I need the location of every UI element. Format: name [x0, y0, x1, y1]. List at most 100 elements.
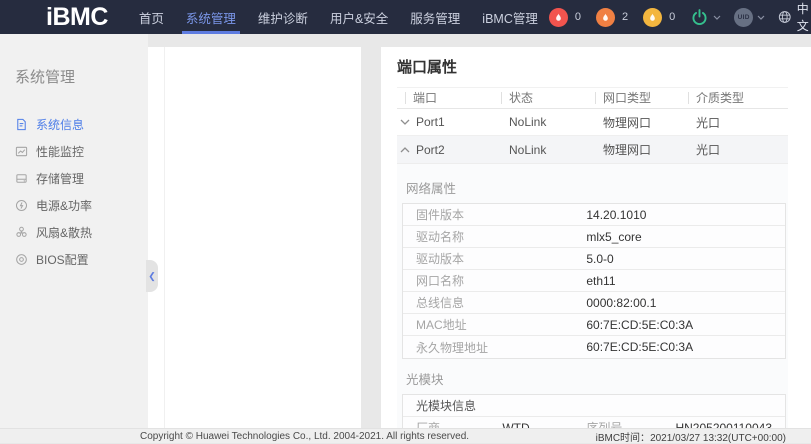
optical-module-title: 光模块	[406, 369, 788, 388]
nav-item-maintenance-diagnostics[interactable]: 维护诊断	[247, 0, 319, 34]
uid-dropdown[interactable]: UID	[734, 8, 765, 27]
minor-alarm-icon	[643, 8, 662, 27]
major-alarm-indicator[interactable]: 2	[596, 8, 628, 27]
navbar-right-tools: 0 2 0 UID	[549, 0, 811, 34]
vendor-label: 厂商	[403, 419, 502, 428]
chart-icon	[15, 145, 28, 158]
secondary-panel	[148, 47, 361, 428]
fan-icon	[15, 226, 28, 239]
page-title: 端口属性	[397, 56, 811, 77]
port-name-value: eth11	[586, 274, 615, 288]
sidebar-item-label: 性能监控	[36, 143, 84, 160]
serial-value: HN205200110043	[663, 421, 785, 429]
top-navbar: iBMC 首页 系统管理 维护诊断 用户&安全 服务管理 iBMC管理 0 2 …	[0, 0, 811, 34]
panel-divider	[164, 47, 165, 428]
table-row: 总线信息 0000:82:00.1	[403, 292, 785, 314]
table-row: 网口名称 eth11	[403, 270, 785, 292]
network-properties-table: 固件版本 14.20.1010 驱动名称 mlx5_core 驱动版本 5.0-…	[402, 203, 786, 359]
critical-alarm-indicator[interactable]: 0	[549, 8, 581, 27]
table-row: MAC地址 60:7E:CD:5E:C0:3A	[403, 314, 785, 336]
permanent-address-label: 永久物理地址	[403, 339, 586, 356]
network-properties-title: 网络属性	[406, 178, 788, 197]
driver-version-label: 驱动版本	[403, 250, 586, 267]
table-row-port2[interactable]: Port2 NoLink 物理网口 光口	[397, 136, 788, 163]
port-media: 光口	[688, 114, 788, 131]
nav-item-system-management[interactable]: 系统管理	[175, 0, 247, 34]
bus-info-label: 总线信息	[403, 294, 586, 311]
nav-item-home[interactable]: 首页	[128, 0, 175, 34]
sidebar-title: 系统管理	[0, 34, 148, 87]
port2-expanded-details: 网络属性 固件版本 14.20.1010 驱动名称 mlx5_core 驱动版本…	[397, 163, 788, 428]
sidebar-item-label: 风扇&散热	[36, 224, 92, 241]
major-alarm-icon	[596, 8, 615, 27]
serial-label: 序列号	[586, 419, 662, 428]
port-media: 光口	[688, 141, 788, 158]
critical-alarm-icon	[549, 8, 568, 27]
column-header-port-type: 网口类型	[595, 92, 651, 104]
sidebar-item-label: 电源&功率	[36, 197, 92, 214]
power-icon	[15, 199, 28, 212]
minor-alarm-indicator[interactable]: 0	[643, 8, 675, 27]
sidebar-item-bios-config[interactable]: BIOS配置	[0, 246, 148, 273]
sidebar-item-system-info[interactable]: 系统信息	[0, 111, 148, 138]
critical-alarm-count: 0	[575, 11, 581, 23]
major-alarm-count: 2	[622, 11, 628, 23]
globe-icon	[778, 9, 792, 25]
port-name-label: 网口名称	[403, 272, 586, 289]
port-type: 物理网口	[595, 114, 688, 131]
port-status: NoLink	[501, 143, 595, 157]
ibmc-logo: iBMC	[46, 0, 108, 34]
mac-address-label: MAC地址	[403, 316, 586, 333]
sidebar-item-power[interactable]: 电源&功率	[0, 192, 148, 219]
document-icon	[15, 118, 28, 131]
mac-address-value: 60:7E:CD:5E:C0:3A	[586, 318, 693, 332]
permanent-address-value: 60:7E:CD:5E:C0:3A	[586, 340, 693, 354]
collapse-chevron-up-icon[interactable]	[400, 147, 410, 153]
sidebar-item-storage-management[interactable]: 存储管理	[0, 165, 148, 192]
sidebar-item-performance-monitor[interactable]: 性能监控	[0, 138, 148, 165]
table-row: 永久物理地址 60:7E:CD:5E:C0:3A	[403, 336, 785, 358]
port-table-header: 端口 状态 网口类型 介质类型	[397, 87, 788, 109]
port-status: NoLink	[501, 115, 595, 129]
copyright-text: Copyright © Huawei Technologies Co., Ltd…	[140, 431, 469, 442]
sidebar-item-fans-cooling[interactable]: 风扇&散热	[0, 219, 148, 246]
port-table: 端口 状态 网口类型 介质类型 Port1 NoLink 物理网口 光口	[397, 87, 788, 428]
driver-name-value: mlx5_core	[586, 230, 641, 244]
sidebar-menu: 系统信息 性能监控 存储管理 电源&功率	[0, 111, 148, 273]
firmware-version-value: 14.20.1010	[586, 208, 646, 222]
storage-icon	[15, 172, 28, 185]
optical-module-table: 光模块信息 厂商 WTD 序列号 HN205200110043	[402, 394, 786, 428]
ibmc-time-value: 2021/03/27 13:32(UTC+00:00)	[650, 433, 786, 444]
ibmc-time-label: iBMC时间：	[596, 433, 650, 444]
table-row: 驱动名称 mlx5_core	[403, 226, 785, 248]
language-selector[interactable]: 中文	[778, 0, 811, 34]
minor-alarm-count: 0	[669, 11, 675, 23]
driver-name-label: 驱动名称	[403, 228, 586, 245]
sidebar: 系统管理 系统信息 性能监控 存储管理	[0, 34, 148, 428]
table-row: 厂商 WTD 序列号 HN205200110043	[403, 417, 785, 428]
main-menu: 首页 系统管理 维护诊断 用户&安全 服务管理 iBMC管理	[128, 0, 549, 34]
table-row: 固件版本 14.20.1010	[403, 204, 785, 226]
driver-version-value: 5.0-0	[586, 252, 613, 266]
bus-info-value: 0000:82:00.1	[586, 296, 656, 310]
language-label: 中文	[797, 0, 811, 34]
sidebar-collapse-button[interactable]: ❮	[146, 260, 158, 292]
ibmc-time: iBMC时间：2021/03/27 13:32(UTC+00:00)	[596, 429, 786, 444]
main-content-panel: 端口属性 端口 状态 网口类型 介质类型 Port1 NoLink 物理网口 光…	[381, 47, 811, 428]
footer: Copyright © Huawei Technologies Co., Ltd…	[0, 428, 811, 443]
port-type: 物理网口	[595, 141, 688, 158]
port-name: Port1	[416, 115, 445, 129]
table-row-port1[interactable]: Port1 NoLink 物理网口 光口	[397, 109, 788, 136]
power-control-dropdown[interactable]	[690, 8, 721, 27]
nav-item-ibmc-management[interactable]: iBMC管理	[471, 0, 549, 34]
chevron-down-icon	[757, 15, 765, 20]
column-header-media-type: 介质类型	[688, 92, 744, 104]
gear-icon	[15, 253, 28, 266]
nav-item-service-management[interactable]: 服务管理	[399, 0, 471, 34]
expand-chevron-down-icon[interactable]	[400, 119, 410, 125]
nav-item-user-security[interactable]: 用户&安全	[319, 0, 399, 34]
optical-module-info-header: 光模块信息	[403, 395, 785, 417]
sidebar-item-label: 系统信息	[36, 116, 84, 133]
port-name: Port2	[416, 143, 445, 157]
chevron-down-icon	[713, 15, 721, 20]
